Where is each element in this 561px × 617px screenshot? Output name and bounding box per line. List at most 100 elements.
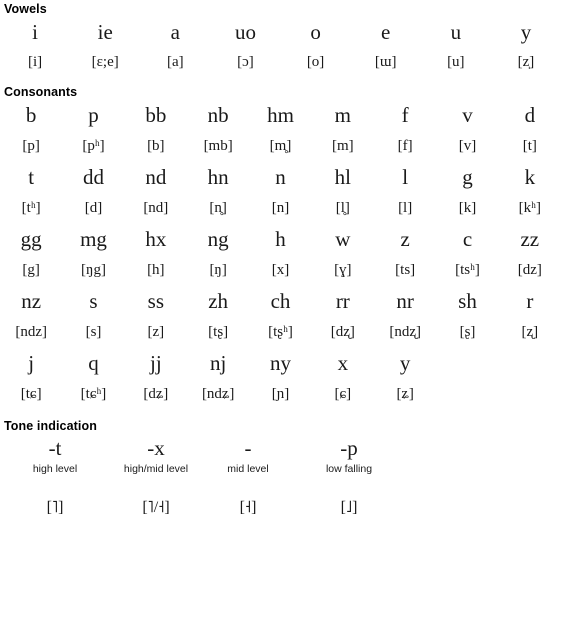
consonant-ipa-row: [tʰ] [d] [nd] [n̥] [n] [l̥] [l] [k] [kʰ] [0, 194, 561, 223]
consonant-ipa: [g] [22, 262, 40, 278]
vowel-letter: e [381, 20, 391, 44]
vowel-letter: ie [97, 20, 113, 44]
consonant-ipa-row: [tɕ] [tɕʰ] [dʑ] [ndʑ] [ɲ] [ɕ] [ʑ] [0, 380, 561, 409]
tone-letter-row: [˥] [˥/˧] [˧] [˩] [0, 495, 561, 521]
consonant-ipa: [nd] [143, 200, 169, 216]
consonant-letter-row: gg mg hx ng h w z c zz [0, 223, 561, 256]
tone-letter: [˩] [340, 499, 358, 516]
consonant-letter: ch [270, 289, 291, 313]
consonant-letter: f [401, 103, 409, 127]
consonant-letter: zz [520, 227, 540, 251]
consonant-ipa: [tʂ] [208, 324, 229, 340]
consonant-letter: rr [335, 289, 350, 313]
consonant-ipa-row: [g] [ŋg] [h] [ŋ] [x] [ɣ] [ts] [tsʰ] [dz] [0, 256, 561, 285]
consonant-row-group: t dd nd hn n hl l g k [tʰ] [d] [nd] [n̥]… [0, 161, 561, 223]
tone-letter: [˥] [46, 499, 64, 516]
consonant-ipa: [ŋ] [209, 262, 227, 278]
tone-mark: - [244, 436, 252, 460]
tone-description: mid level [227, 463, 269, 475]
consonant-letter: r [526, 289, 534, 313]
consonant-row-group: b p bb nb hm m f v d [p] [pʰ] [b] [mb] [… [0, 99, 561, 161]
vowels-letter-row: i ie a uo o e u y [0, 16, 561, 48]
consonant-letter: ny [269, 351, 291, 375]
consonant-ipa-row: [p] [pʰ] [b] [mb] [m̥] [m] [f] [v] [t] [0, 132, 561, 161]
consonant-ipa: [tɕ] [20, 386, 42, 402]
consonant-letter: nj [209, 351, 227, 375]
consonant-letter: l [402, 165, 409, 189]
consonant-ipa: [x] [271, 262, 290, 278]
consonant-ipa: [d] [84, 200, 103, 216]
consonant-letter-row: t dd nd hn n hl l g k [0, 161, 561, 194]
consonant-letter: hm [267, 103, 294, 127]
consonant-letter: mg [80, 227, 107, 251]
consonant-ipa: [l̥] [335, 200, 350, 216]
vowels-section-heading: Vowels [4, 2, 47, 16]
consonant-ipa: [v] [458, 138, 477, 154]
consonant-letter: q [88, 351, 99, 375]
consonant-ipa: [kʰ] [518, 200, 541, 216]
consonant-ipa: [dʑ] [143, 386, 169, 402]
vowel-letter: i [32, 20, 38, 44]
consonant-ipa: [ts] [395, 262, 416, 278]
consonant-ipa: [b] [147, 138, 165, 154]
consonant-letter: hx [145, 227, 167, 251]
consonant-letter: jj [149, 351, 162, 375]
vowel-ipa: [z̩] [517, 54, 535, 70]
tone-description-row: high level high/mid level mid level low … [0, 463, 561, 493]
tone-mark: -x [147, 436, 165, 460]
consonant-ipa: [tsʰ] [455, 262, 480, 278]
consonant-letter: c [462, 227, 473, 251]
vowel-ipa: [ɛ;e] [91, 54, 119, 70]
consonant-letter: nb [207, 103, 229, 127]
consonant-ipa: [ʐ] [521, 324, 539, 340]
consonants-table: b p bb nb hm m f v d [p] [pʰ] [b] [mb] [… [0, 99, 561, 409]
vowel-letter: o [310, 20, 321, 44]
consonant-letter: hl [334, 165, 351, 189]
consonant-ipa: [m] [331, 138, 354, 154]
vowel-letter: y [520, 20, 532, 44]
consonant-letter-row: b p bb nb hm m f v d [0, 99, 561, 132]
consonant-ipa: [dz] [517, 262, 542, 278]
consonant-letter-row: nz s ss zh ch rr nr sh r [0, 285, 561, 318]
consonant-ipa: [h] [147, 262, 165, 278]
consonant-ipa: [n] [271, 200, 290, 216]
consonant-letter: k [524, 165, 536, 189]
consonant-letter: sh [458, 289, 477, 313]
consonant-ipa: [pʰ] [82, 138, 105, 154]
consonant-letter: nd [145, 165, 167, 189]
consonant-ipa: [p] [22, 138, 40, 154]
consonant-ipa-empty [436, 380, 498, 409]
consonant-letter: p [88, 103, 99, 127]
consonant-ipa-row: [ndz] [s] [z] [tʂ] [tʂʰ] [dʐ] [ndʐ] [ʂ] … [0, 318, 561, 347]
vowels-ipa-row: [i] [ɛ;e] [a] [ɔ] [o] [ɯ] [u] [z̩] [0, 48, 561, 77]
consonant-letter: v [462, 103, 473, 127]
consonant-ipa: [ʑ] [396, 386, 414, 402]
consonant-letter: ss [147, 289, 164, 313]
tone-table: -t -x - -p high level high/mid level mid… [0, 433, 561, 521]
consonant-ipa: [mb] [203, 138, 233, 154]
vowel-letter: a [170, 20, 180, 44]
orthography-chart-page: Vowels i ie a uo o e u y [i] [ɛ;e] [a] [… [0, 2, 561, 617]
vowel-ipa: [a] [166, 54, 184, 70]
consonant-letter: g [462, 165, 473, 189]
consonant-ipa: [s] [85, 324, 102, 340]
consonant-ipa: [tɕʰ] [80, 386, 107, 402]
vowel-ipa: [ɯ] [374, 54, 397, 70]
tone-mark: -t [48, 436, 62, 460]
consonant-ipa: [ɕ] [334, 386, 352, 402]
consonant-letter: d [524, 103, 536, 127]
consonant-letter-empty [436, 347, 498, 380]
consonant-ipa: [k] [458, 200, 477, 216]
vowel-ipa: [i] [27, 54, 43, 70]
tone-description: high/mid level [123, 463, 189, 475]
consonant-ipa: [ɣ] [334, 262, 352, 278]
consonant-letter: j [28, 351, 35, 375]
tone-section-heading: Tone indication [4, 419, 97, 433]
consonant-letter: dd [82, 165, 104, 189]
consonant-ipa: [tʂʰ] [268, 324, 293, 340]
consonant-letter: b [25, 103, 37, 127]
consonant-ipa: [tʰ] [21, 200, 41, 216]
vowel-letter: uo [234, 20, 256, 44]
consonant-letter: n [275, 165, 286, 189]
consonant-ipa-empty [499, 380, 561, 409]
